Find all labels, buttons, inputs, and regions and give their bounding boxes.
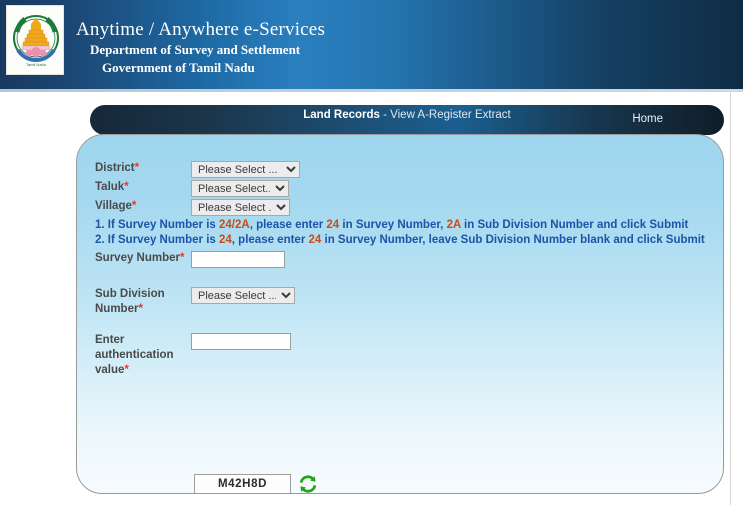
captcha-code: M42H8D bbox=[194, 474, 291, 493]
site-subtitle-government: Government of Tamil Nadu bbox=[102, 60, 255, 75]
note2-highlight-2: 24 bbox=[308, 234, 322, 246]
tamil-nadu-emblem-icon: Tamil Nadu bbox=[6, 5, 64, 75]
village-select[interactable]: Please Select ... bbox=[191, 199, 290, 216]
taluk-required-mark: * bbox=[124, 181, 129, 193]
district-label: District* bbox=[95, 161, 191, 176]
page-title-bold: Land Records bbox=[303, 109, 380, 121]
note1-highlight-2: 24 bbox=[326, 219, 340, 231]
svg-text:Tamil Nadu: Tamil Nadu bbox=[26, 62, 46, 67]
site-subtitle-department: Department of Survey and Settlement bbox=[90, 42, 301, 57]
note1-part-c: in Survey Number, bbox=[339, 219, 447, 231]
note2-highlight-1: 24 bbox=[219, 234, 232, 246]
note1-part-d: in Sub Division Number and click Submit bbox=[460, 219, 689, 231]
taluk-label: Taluk* bbox=[95, 180, 191, 195]
page-title: Land Records - View A-Register Extract bbox=[90, 109, 724, 121]
field-row-sub-division-number: Sub Division Number* Please Select ... bbox=[95, 287, 295, 317]
note1-highlight-1: 24/2A bbox=[219, 219, 250, 231]
field-row-survey-number: Survey Number* bbox=[95, 251, 285, 268]
survey-number-input[interactable] bbox=[191, 251, 285, 268]
header-text-block: Anytime / Anywhere e-Services Department… bbox=[76, 18, 325, 77]
survey-number-label-text: Survey Number bbox=[95, 252, 181, 264]
field-row-authentication: Enter authentication value* bbox=[95, 333, 291, 378]
instruction-note-1: 1. If Survey Number is 24/2A, please ent… bbox=[95, 219, 688, 231]
village-label: Village* bbox=[95, 199, 191, 214]
district-required-mark: * bbox=[134, 162, 140, 174]
taluk-label-text: Taluk bbox=[95, 181, 125, 193]
authentication-label: Enter authentication value* bbox=[95, 333, 191, 378]
village-label-text: Village bbox=[95, 200, 132, 212]
note2-part-a: 2. If Survey Number is bbox=[95, 234, 219, 246]
note2-part-c: in Survey Number, leave Sub Division Num… bbox=[321, 234, 705, 246]
field-row-taluk: Taluk* Please Select... bbox=[95, 180, 289, 197]
note1-part-b: , please enter bbox=[249, 219, 327, 231]
survey-number-required-mark: * bbox=[180, 252, 185, 264]
page-title-bar: Land Records - View A-Register Extract bbox=[90, 105, 724, 135]
survey-number-label: Survey Number* bbox=[95, 251, 191, 266]
home-link[interactable]: Home bbox=[632, 113, 663, 125]
field-row-district: District* Please Select ... bbox=[95, 161, 300, 178]
instruction-note-2: 2. If Survey Number is 24, please enter … bbox=[95, 234, 705, 246]
note1-highlight-3: 2A bbox=[446, 219, 461, 231]
site-header: Tamil Nadu Anytime / Anywhere e-Services… bbox=[0, 0, 743, 89]
site-title: Anytime / Anywhere e-Services bbox=[76, 19, 326, 40]
page-title-rest: - View A-Register Extract bbox=[379, 109, 511, 121]
refresh-icon[interactable] bbox=[297, 473, 319, 494]
authentication-input[interactable] bbox=[191, 333, 291, 350]
authentication-label-text: Enter authentication value bbox=[95, 334, 174, 376]
sub-division-number-label-text: Sub Division Number bbox=[95, 288, 165, 315]
sub-division-number-required-mark: * bbox=[138, 303, 143, 315]
village-required-mark: * bbox=[131, 200, 137, 212]
district-select[interactable]: Please Select ... bbox=[191, 161, 300, 178]
sub-division-number-select[interactable]: Please Select ... bbox=[191, 287, 295, 304]
page-body: Land Records - View A-Register Extract H… bbox=[0, 92, 743, 505]
field-row-village: Village* Please Select ... bbox=[95, 199, 290, 216]
vertical-scrollbar[interactable] bbox=[730, 92, 743, 505]
sub-division-number-label: Sub Division Number* bbox=[95, 287, 191, 317]
taluk-select[interactable]: Please Select... bbox=[191, 180, 289, 197]
form-panel: District* Please Select ... Taluk* Pleas… bbox=[76, 134, 724, 494]
district-label-text: District bbox=[95, 162, 135, 174]
authentication-required-mark: * bbox=[124, 364, 129, 376]
note1-part-a: 1. If Survey Number is bbox=[95, 219, 219, 231]
note2-part-b: , please enter bbox=[231, 234, 309, 246]
